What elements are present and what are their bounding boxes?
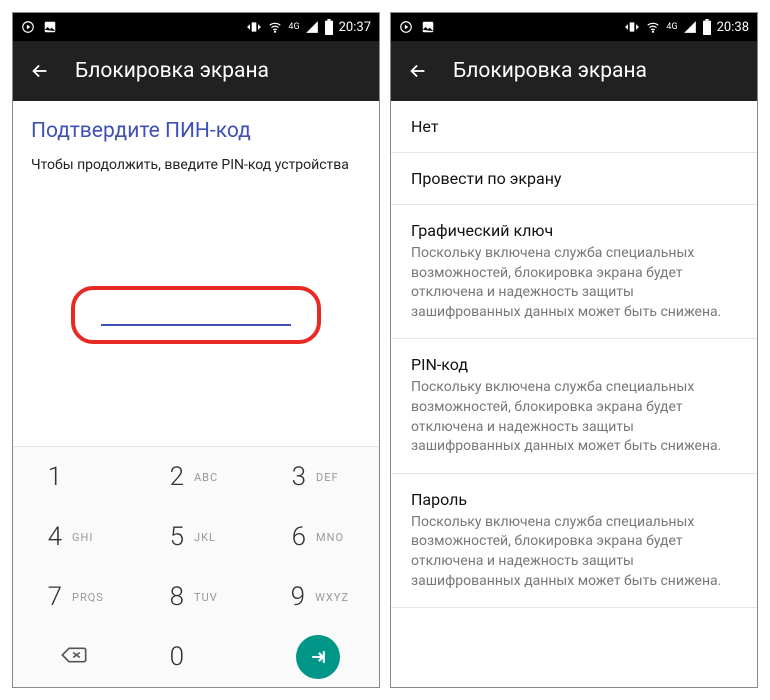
option-title: PIN-код [411, 355, 737, 374]
app-bar: Блокировка экрана [391, 41, 757, 101]
page-title: Блокировка экрана [453, 59, 647, 83]
vibrate-icon [246, 20, 262, 34]
key-backspace[interactable] [13, 627, 135, 687]
key-2[interactable]: 2ABC [135, 447, 257, 507]
page-title: Блокировка экрана [75, 59, 269, 83]
key-4[interactable]: 4GHI [13, 507, 135, 567]
option-password[interactable]: Пароль Поскольку включена служба специал… [391, 474, 757, 608]
phone-right: 4G 20:38 Блокировка экрана Нет Провести … [390, 12, 758, 688]
key-1[interactable]: 1 [13, 447, 135, 507]
image-icon [43, 20, 57, 34]
back-button[interactable] [407, 60, 429, 82]
option-desc: Поскольку включена служба специальных во… [411, 244, 737, 322]
pin-input-highlight [71, 286, 321, 344]
key-8[interactable]: 8TUV [135, 567, 257, 627]
phone-left: 4G 20:37 Блокировка экрана Подтвердите П… [12, 12, 380, 688]
back-button[interactable] [29, 60, 51, 82]
key-5[interactable]: 5JKL [135, 507, 257, 567]
wifi-icon [267, 20, 283, 34]
pin-input[interactable] [101, 324, 291, 326]
play-circle-icon [399, 20, 413, 34]
pin-title: Подтвердите ПИН-код [31, 119, 361, 143]
key-0[interactable]: 0 [135, 627, 257, 687]
option-title: Провести по экрану [411, 169, 737, 188]
network-4g-icon: 4G [288, 23, 299, 32]
backspace-icon [60, 645, 88, 669]
option-none[interactable]: Нет [391, 101, 757, 153]
battery-icon [702, 19, 712, 35]
status-time: 20:37 [339, 20, 371, 35]
wifi-icon [645, 20, 661, 34]
network-4g-icon: 4G [666, 23, 677, 32]
keypad: 1 2ABC 3DEF 4GHI 5JKL 6MNO 7PRQS 8TUV 9W… [13, 446, 379, 687]
key-7[interactable]: 7PRQS [13, 567, 135, 627]
option-pattern[interactable]: Графический ключ Поскольку включена служ… [391, 205, 757, 339]
status-bar: 4G 20:37 [13, 13, 379, 41]
signal-icon [683, 20, 697, 34]
option-title: Нет [411, 117, 737, 136]
play-circle-icon [21, 20, 35, 34]
signal-icon [305, 20, 319, 34]
option-pin[interactable]: PIN-код Поскольку включена служба специа… [391, 339, 757, 473]
enter-icon [296, 635, 340, 679]
status-time: 20:38 [717, 20, 749, 35]
option-title: Графический ключ [411, 221, 737, 240]
app-bar: Блокировка экрана [13, 41, 379, 101]
image-icon [421, 20, 435, 34]
key-enter[interactable] [257, 627, 379, 687]
option-title: Пароль [411, 490, 737, 509]
key-3[interactable]: 3DEF [257, 447, 379, 507]
battery-icon [324, 19, 334, 35]
pin-subtitle: Чтобы продолжить, введите PIN-код устрой… [31, 157, 361, 173]
option-desc: Поскольку включена служба специальных во… [411, 378, 737, 456]
vibrate-icon [624, 20, 640, 34]
lock-options-list: Нет Провести по экрану Графический ключ … [391, 101, 757, 687]
status-bar: 4G 20:38 [391, 13, 757, 41]
key-6[interactable]: 6MNO [257, 507, 379, 567]
key-9[interactable]: 9WXYZ [257, 567, 379, 627]
option-desc: Поскольку включена служба специальных во… [411, 513, 737, 591]
option-swipe[interactable]: Провести по экрану [391, 153, 757, 205]
